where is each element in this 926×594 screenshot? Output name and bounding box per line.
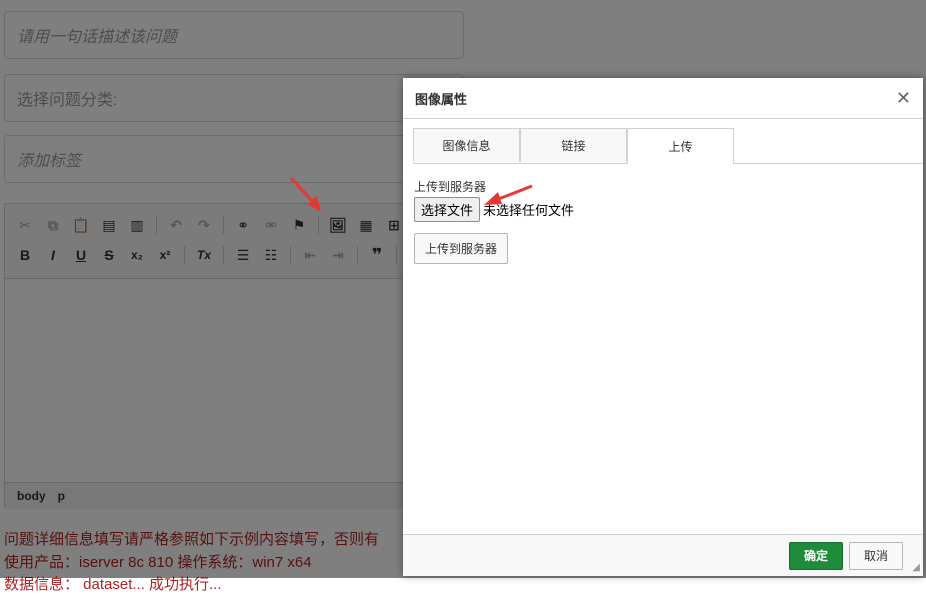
ok-button[interactable]: 确定 bbox=[789, 541, 843, 570]
image-properties-dialog: 图像属性 ✕ 图像信息 链接 上传 上传到服务器 选择文件 未选择任何文件 上传… bbox=[403, 78, 923, 576]
tab-link[interactable]: 链接 bbox=[520, 128, 627, 162]
annotation-arrow-image-icon bbox=[289, 176, 321, 212]
upload-to-server-button[interactable]: 上传到服务器 bbox=[414, 233, 509, 264]
annotation-arrow-choose-file bbox=[484, 184, 533, 205]
dialog-tabs: 图像信息 链接 上传 bbox=[413, 128, 923, 164]
tab-upload[interactable]: 上传 bbox=[627, 128, 734, 164]
dialog-footer: 确定 取消 bbox=[403, 534, 923, 576]
dialog-title: 图像属性 bbox=[415, 91, 468, 107]
choose-file-button[interactable]: 选择文件 bbox=[414, 197, 481, 222]
tab-image-info[interactable]: 图像信息 bbox=[413, 128, 520, 162]
cancel-button[interactable]: 取消 bbox=[849, 541, 903, 570]
close-icon[interactable]: ✕ bbox=[896, 88, 911, 109]
dialog-header: 图像属性 ✕ bbox=[403, 78, 923, 119]
resize-handle-icon[interactable]: ◢ bbox=[912, 562, 920, 573]
